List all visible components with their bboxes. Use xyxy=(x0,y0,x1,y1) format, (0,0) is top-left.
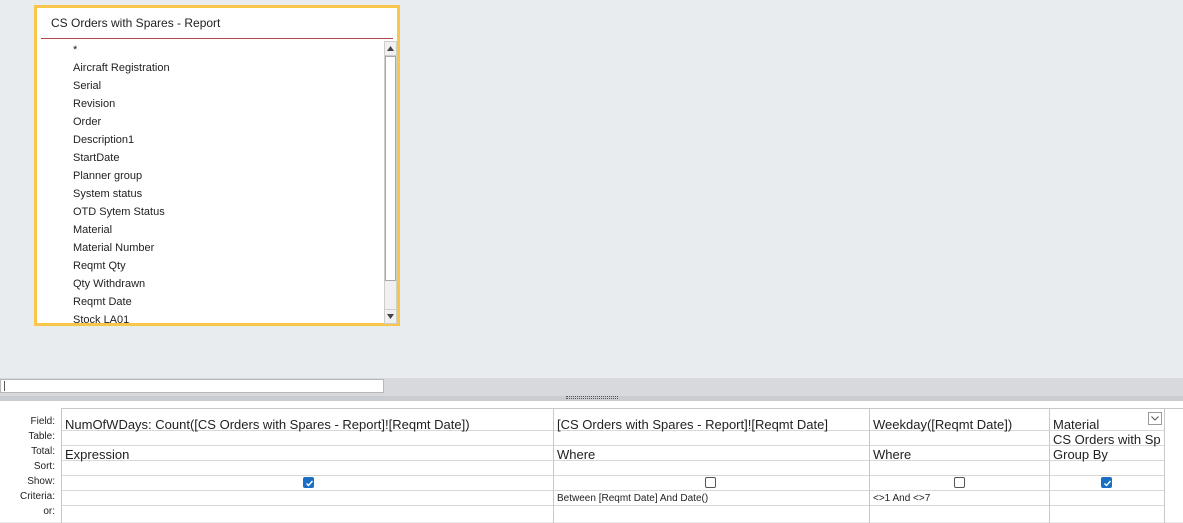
total-cell[interactable]: Expression xyxy=(65,447,129,462)
field-list-title[interactable]: CS Orders with Spares - Report xyxy=(51,16,220,30)
field-item[interactable]: StartDate xyxy=(73,149,170,167)
field-item[interactable]: OTD Sytem Status xyxy=(73,203,170,221)
field-item[interactable]: Revision xyxy=(73,95,170,113)
show-checkbox[interactable] xyxy=(705,477,716,488)
splitter-grip-icon[interactable] xyxy=(566,396,618,399)
grid-column[interactable]: NumOfWDays: Count([CS Orders with Spares… xyxy=(62,409,554,523)
field-item[interactable]: Material Number xyxy=(73,239,170,257)
field-item[interactable]: Order xyxy=(73,113,170,131)
row-label-or: or: xyxy=(43,506,55,517)
field-item[interactable]: Reqmt Qty xyxy=(73,257,170,275)
row-label-show: Show: xyxy=(27,476,55,487)
criteria-cell[interactable]: <>1 And <>7 xyxy=(873,493,930,504)
field-cell[interactable]: NumOfWDays: Count([CS Orders with Spares… xyxy=(65,417,551,432)
row-label-field: Field: xyxy=(30,416,55,427)
grid-row-labels: Field: Table: Total: Sort: Show: Criteri… xyxy=(0,401,60,522)
horizontal-scrollbar[interactable] xyxy=(0,379,384,393)
total-cell[interactable]: Where xyxy=(557,447,595,462)
grid-column[interactable]: [CS Orders with Spares - Report]![Reqmt … xyxy=(554,409,870,523)
grid-column[interactable]: Weekday([Reqmt Date]) Where <>1 And <>7 xyxy=(870,409,1050,523)
row-label-sort: Sort: xyxy=(33,461,55,472)
query-design-grid-pane: Field: Table: Total: Sort: Show: Criteri… xyxy=(0,401,1183,523)
field-item[interactable]: Aircraft Registration xyxy=(73,59,170,77)
field-list-scrollbar[interactable] xyxy=(384,41,397,324)
row-label-criteria: Criteria: xyxy=(19,491,55,502)
field-item[interactable]: System status xyxy=(73,185,170,203)
show-checkbox[interactable] xyxy=(954,477,965,488)
field-item[interactable]: Serial xyxy=(73,77,170,95)
show-checkbox[interactable] xyxy=(1101,477,1112,488)
field-item[interactable]: Planner group xyxy=(73,167,170,185)
chevron-down-icon[interactable] xyxy=(1148,412,1162,425)
field-item[interactable]: Stock LA01 xyxy=(73,311,170,329)
field-cell[interactable]: Weekday([Reqmt Date]) xyxy=(873,417,1047,432)
checkmark-icon xyxy=(1104,480,1112,487)
scrollbar-thumb[interactable] xyxy=(385,56,396,281)
title-divider xyxy=(41,38,393,39)
field-item-all[interactable]: * xyxy=(73,41,170,59)
show-checkbox[interactable] xyxy=(303,477,314,488)
field-list: * Aircraft Registration Serial Revision … xyxy=(73,41,170,329)
field-item[interactable]: Reqmt Date xyxy=(73,293,170,311)
row-label-table: Table: xyxy=(28,431,55,442)
field-item[interactable]: Qty Withdrawn xyxy=(73,275,170,293)
scroll-down-arrow-icon[interactable] xyxy=(385,309,396,323)
table-cell[interactable]: CS Orders with Sp xyxy=(1053,432,1163,447)
query-design-pane: CS Orders with Spares - Report * Aircraf… xyxy=(0,0,1183,378)
field-cell[interactable]: [CS Orders with Spares - Report]![Reqmt … xyxy=(557,417,867,432)
checkmark-icon xyxy=(306,480,314,487)
total-cell[interactable]: Where xyxy=(873,447,911,462)
query-design-grid: NumOfWDays: Count([CS Orders with Spares… xyxy=(61,408,1183,523)
total-cell[interactable]: Group By xyxy=(1053,447,1108,462)
grid-column[interactable]: Material CS Orders with Sp Group By xyxy=(1050,409,1165,523)
field-cell[interactable]: Material xyxy=(1053,417,1147,432)
design-pane-horizontal-scrollbar-area xyxy=(0,378,1183,396)
field-item[interactable]: Material xyxy=(73,221,170,239)
field-list-window[interactable]: CS Orders with Spares - Report * Aircraf… xyxy=(34,5,400,326)
scrollbar-position-marker xyxy=(4,381,5,391)
row-label-total: Total: xyxy=(31,446,55,457)
criteria-cell[interactable]: Between [Reqmt Date] And Date() xyxy=(557,493,708,504)
field-item[interactable]: Description1 xyxy=(73,131,170,149)
scroll-up-arrow-icon[interactable] xyxy=(385,42,396,56)
